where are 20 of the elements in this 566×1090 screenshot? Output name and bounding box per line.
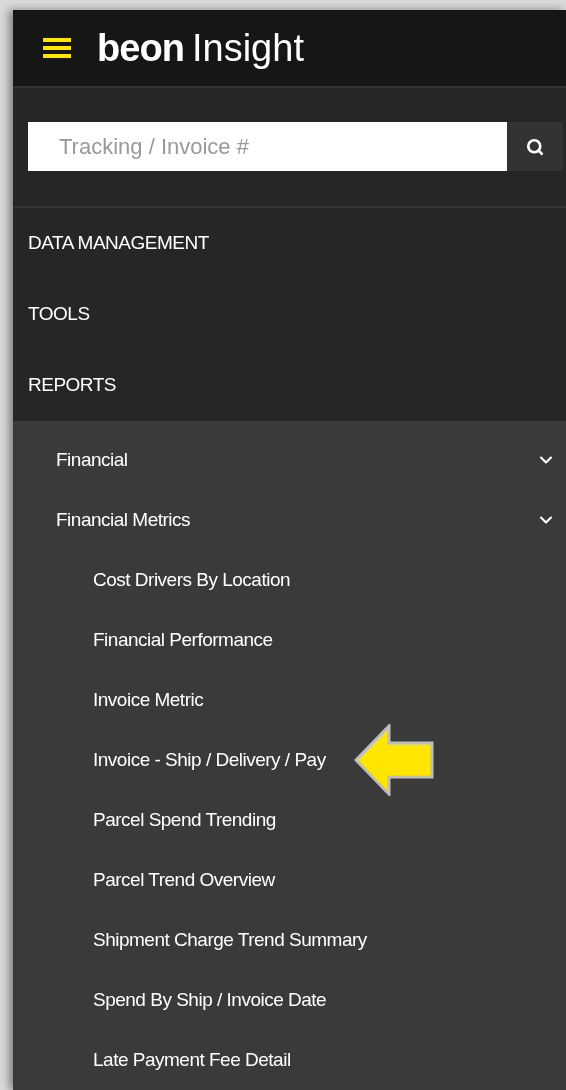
report-link[interactable]: Invoice - Ship / Delivery / Pay bbox=[93, 745, 326, 775]
menu-icon[interactable] bbox=[43, 36, 71, 59]
report-link[interactable]: Financial Performance bbox=[93, 625, 273, 655]
logo-text: beon bbox=[97, 28, 184, 67]
report-link[interactable]: Parcel Trend Overview bbox=[93, 865, 275, 895]
menu-group[interactable]: Financial Metrics bbox=[13, 490, 566, 550]
report-link[interactable]: Shipment Charge Trend Summary bbox=[93, 925, 367, 955]
report-link[interactable]: Invoice Metric bbox=[93, 685, 204, 715]
search-icon bbox=[526, 137, 544, 156]
search-field[interactable]: Tracking / Invoice # bbox=[28, 122, 507, 172]
logo-subtitle: Insight bbox=[192, 28, 304, 67]
report-link[interactable]: Cost Drivers By Location bbox=[93, 565, 291, 595]
menu-section[interactable]: DATA MANAGEMENT bbox=[28, 229, 209, 258]
search-button[interactable] bbox=[507, 122, 563, 172]
menu-section[interactable]: TOOLS bbox=[28, 300, 90, 329]
report-link[interactable]: Late Payment Fee Detail bbox=[93, 1045, 291, 1075]
menu-group[interactable]: Financial bbox=[13, 430, 566, 490]
menu-section[interactable]: REPORTS bbox=[28, 371, 116, 400]
report-link[interactable]: Parcel Spend Trending bbox=[93, 805, 276, 835]
report-link[interactable]: Spend By Ship / Invoice Date bbox=[93, 985, 327, 1015]
